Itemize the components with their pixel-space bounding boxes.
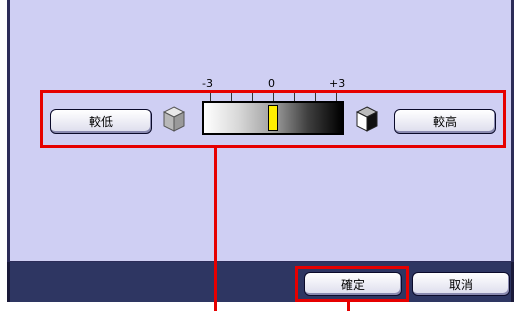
- darker-button[interactable]: 較高: [394, 109, 496, 134]
- scale-label-zero: 0: [268, 77, 275, 90]
- lighter-button[interactable]: 較低: [50, 109, 152, 134]
- cancel-button[interactable]: 取消: [412, 272, 510, 296]
- scale-tick: [210, 93, 211, 101]
- scale-tick: [315, 93, 316, 101]
- callout-line: [347, 302, 350, 311]
- scale-tick: [252, 93, 253, 101]
- density-gauge[interactable]: [202, 101, 344, 135]
- scale-tick: [273, 93, 274, 101]
- scale-tick: [336, 93, 337, 101]
- ok-button[interactable]: 確定: [304, 272, 402, 296]
- density-dialog: -3 0 +3 較低 較高 確定 取消: [0, 0, 530, 311]
- scale-label-max: +3: [329, 77, 346, 90]
- light-cube-icon: [163, 106, 185, 132]
- scale-tick: [231, 93, 232, 101]
- scale-tick: [294, 93, 295, 101]
- callout-line: [214, 148, 217, 311]
- density-level-marker[interactable]: [268, 105, 278, 131]
- dark-cube-icon: [356, 106, 378, 132]
- scale-label-min: -3: [202, 77, 213, 90]
